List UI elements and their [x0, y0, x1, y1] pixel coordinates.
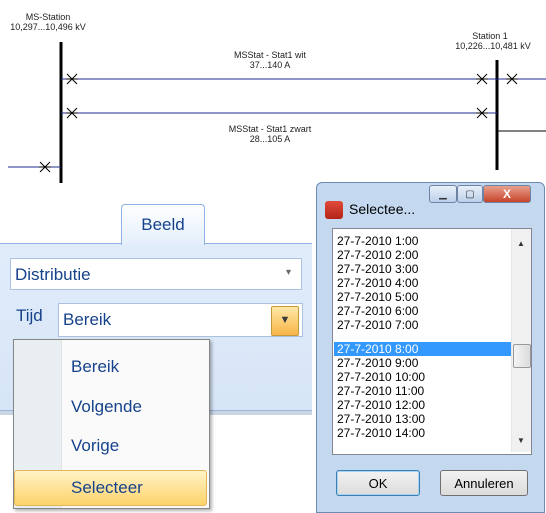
- listbox-scrollbar[interactable]: ▲ ▼: [511, 229, 531, 452]
- close-button[interactable]: X: [483, 185, 531, 203]
- maximize-icon: ▢: [465, 188, 475, 200]
- line2-range: 28...105 A: [249, 134, 291, 144]
- list-item[interactable]: 27-7-2010 1:00: [337, 234, 507, 248]
- list-item[interactable]: 27-7-2010 13:00: [337, 412, 507, 426]
- menu-item-vorige[interactable]: Vorige: [71, 436, 119, 456]
- list-item[interactable]: 27-7-2010 12:00: [337, 398, 507, 412]
- close-icon: X: [502, 187, 511, 201]
- list-item[interactable]: 27-7-2010 7:00: [337, 318, 507, 332]
- list-item[interactable]: 27-7-2010 14:00: [337, 426, 507, 440]
- list-item[interactable]: 27-7-2010 2:00: [337, 248, 507, 262]
- tijd-dropdown-menu: Bereik Volgende Vorige Selecteer: [13, 339, 210, 509]
- scroll-up-icon[interactable]: ▲: [517, 239, 525, 248]
- scrollbar-thumb[interactable]: [513, 344, 531, 368]
- station-left-range: 10,297...10,496 kV: [10, 22, 86, 32]
- tijd-label: Tijd: [16, 306, 43, 325]
- app-icon: [325, 201, 343, 219]
- line1-range: 37...140 A: [249, 60, 291, 70]
- dropdown-arrow-icon[interactable]: ▼: [271, 306, 299, 336]
- list-item[interactable]: 27-7-2010 11:00: [337, 384, 507, 398]
- tab-beeld[interactable]: Beeld: [121, 204, 205, 245]
- tijd-dropdown[interactable]: Bereik ▼: [58, 303, 303, 337]
- distributie-dropdown[interactable]: Distributie ▾: [10, 258, 302, 290]
- station-right-range: 10,226...10,481 kV: [455, 41, 531, 51]
- list-item[interactable]: 27-7-2010 10:00: [337, 370, 507, 384]
- list-item[interactable]: 27-7-2010 4:00: [337, 276, 507, 290]
- menu-item-bereik[interactable]: Bereik: [71, 357, 119, 377]
- distributie-value: Distributie: [15, 265, 91, 284]
- list-item[interactable]: 27-7-2010 6:00: [337, 304, 507, 318]
- switch-markers: [39, 73, 518, 173]
- chevron-down-icon[interactable]: ▾: [286, 267, 291, 278]
- tijd-value: Bereik: [63, 310, 112, 329]
- menu-item-selecteer[interactable]: Selecteer: [71, 478, 143, 498]
- maximize-button[interactable]: ▢: [457, 185, 483, 203]
- ok-button[interactable]: OK: [336, 470, 420, 496]
- datetime-listbox[interactable]: 27-7-2010 1:00 27-7-2010 2:00 27-7-2010 …: [332, 228, 532, 455]
- dialog-title: Selectee...: [349, 201, 416, 217]
- list-item[interactable]: 27-7-2010 9:00: [337, 356, 507, 370]
- cancel-button[interactable]: Annuleren: [440, 470, 528, 496]
- list-item-selected[interactable]: 27-7-2010 8:00: [334, 342, 512, 356]
- list-item[interactable]: 27-7-2010 3:00: [337, 262, 507, 276]
- scroll-down-icon[interactable]: ▼: [517, 436, 525, 445]
- minimize-button[interactable]: ▁: [429, 185, 457, 203]
- list-item[interactable]: 27-7-2010 5:00: [337, 290, 507, 304]
- minimize-icon: ▁: [439, 188, 447, 200]
- menu-item-volgende[interactable]: Volgende: [71, 397, 142, 417]
